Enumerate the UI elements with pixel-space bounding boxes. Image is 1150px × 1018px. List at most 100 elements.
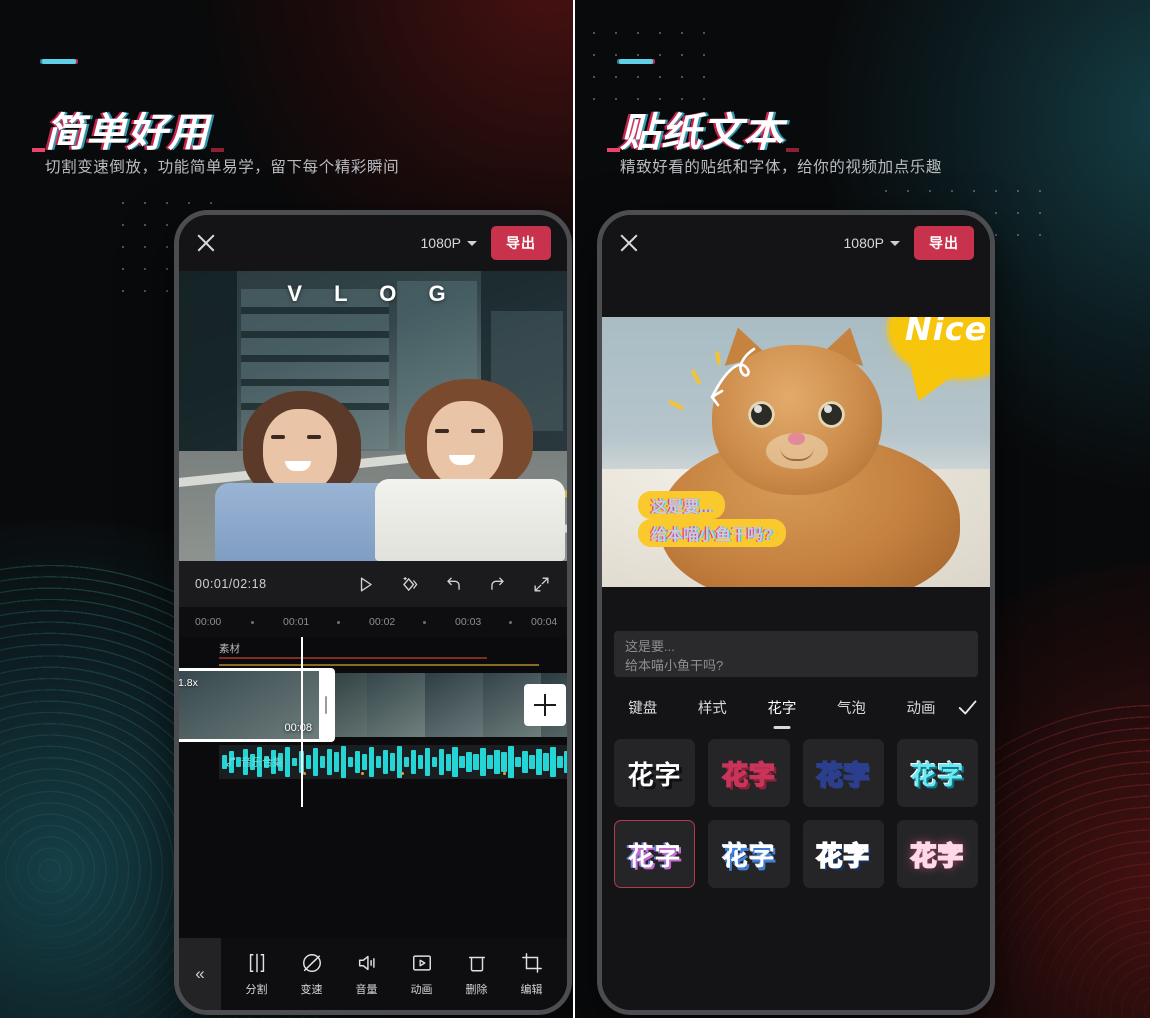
ruler-dot (251, 621, 254, 624)
headline-tick-right (786, 148, 799, 152)
preview-spacer-top (602, 271, 990, 317)
track-line-amber (219, 664, 539, 666)
tool-edit[interactable]: 编辑 (521, 952, 543, 997)
beat-marker (303, 772, 306, 775)
topbar-right-left: 1080P 导出 (421, 226, 551, 260)
resolution-selector[interactable]: 1080P (421, 235, 477, 251)
timeline-playhead[interactable] (301, 637, 303, 807)
style-glyph: 花字 (909, 841, 965, 873)
caption-line-2[interactable]: 给本喵小鱼干吗? (638, 519, 786, 547)
accent-dash-right (619, 59, 653, 64)
style-glyph: 花字 (627, 760, 682, 791)
ruler-tick: 00:02 (369, 616, 396, 628)
preview-person-2 (375, 379, 565, 561)
tab-fancy-text[interactable]: 花字 (753, 697, 811, 718)
style-cell-selected[interactable]: 花字 (614, 820, 696, 888)
animation-icon (412, 954, 431, 971)
close-icon[interactable] (618, 232, 640, 254)
style-cell[interactable]: 花字 (896, 820, 978, 888)
style-glyph: 花字 (627, 841, 682, 872)
audio-label-text: 音乐合集 (241, 756, 283, 769)
selected-clip[interactable]: 1.8x 00:08 (179, 668, 335, 742)
ruler-tick: 00:03 (455, 616, 482, 628)
text-input-field[interactable]: 这是要... 给本喵小鱼干吗? (614, 631, 978, 677)
ruler-dot (423, 621, 426, 624)
chevron-down-icon (467, 240, 477, 246)
audio-track-label: 音乐合集 (226, 755, 283, 770)
add-keyframe-icon[interactable] (400, 575, 419, 594)
timeline-area[interactable]: 素材 1.8x 00:08 音乐合集 (179, 637, 567, 938)
style-cell[interactable]: 花字 (708, 739, 790, 807)
panel-right: 贴纸文本 精致好看的贴纸和字体，给你的视频加点乐趣 1080P 导出 Nice … (575, 0, 1150, 1018)
phone-left-screen: 1080P 导出 V L O G 00:01/02:18 00:00 00:01… (179, 215, 567, 1010)
style-cell[interactable]: 花字 (802, 739, 884, 807)
track-label-material: 素材 (219, 643, 240, 655)
tab-animation[interactable]: 动画 (892, 697, 950, 718)
speed-badge: 1.8x (179, 677, 198, 689)
tab-keyboard[interactable]: 键盘 (614, 697, 672, 718)
ruler-tick: 00:00 (195, 616, 222, 628)
fancy-text-style-grid: 花字 花字 花字 花字 花字 花字 花字 花字 (614, 739, 978, 888)
subline-right: 精致好看的贴纸和字体，给你的视频加点乐趣 (620, 159, 943, 176)
headline-right: 贴纸文本 (607, 100, 799, 158)
phone-right-screen: 1080P 导出 Nice 这是要... 给本喵小鱼干吗? 这是要... 给本喵… (602, 215, 990, 1010)
timecode-display: 00:01/02:18 (195, 577, 267, 591)
play-icon[interactable] (356, 575, 375, 594)
sticker-bubble-text: Nice ! (904, 317, 990, 348)
undo-icon[interactable] (444, 575, 463, 594)
preview-person-1 (215, 391, 395, 561)
collapse-left-icon[interactable]: « (179, 938, 221, 1010)
tool-speed[interactable]: 变速 (301, 952, 323, 997)
style-cell[interactable]: 花字 (708, 820, 790, 888)
tool-label: 变速 (300, 983, 323, 996)
style-cell[interactable]: 花字 (614, 739, 696, 807)
export-button[interactable]: 导出 (491, 226, 551, 260)
tab-style[interactable]: 样式 (684, 697, 742, 718)
redo-icon[interactable] (488, 575, 507, 594)
beat-marker (503, 772, 506, 775)
clip-handle-right[interactable] (319, 671, 332, 739)
style-glyph: 花字 (815, 760, 871, 792)
crop-icon (521, 952, 542, 973)
speed-badge-label: 1.8x (179, 677, 198, 689)
style-cell[interactable]: 花字 (802, 820, 884, 888)
toolbar-items: 分割 变速 音量 动画 删除 编辑 (221, 952, 567, 997)
chevron-down-icon (890, 240, 900, 246)
style-glyph: 花字 (910, 760, 965, 791)
video-preview-left[interactable]: V L O G (179, 271, 567, 561)
check-icon[interactable] (956, 695, 978, 719)
text-input-line-2: 给本喵小鱼干吗? (625, 657, 724, 673)
style-cell[interactable]: 花字 (896, 739, 978, 807)
ruler-dot (337, 621, 340, 624)
fullscreen-icon[interactable] (532, 575, 551, 594)
resolution-label: 1080P (843, 235, 884, 251)
preview-scene-city (179, 271, 567, 561)
resolution-selector[interactable]: 1080P (844, 235, 900, 251)
topbar-right-right: 1080P 导出 (844, 226, 974, 260)
transport-tools (356, 575, 551, 594)
close-icon[interactable] (195, 232, 217, 254)
timeline-ruler[interactable]: 00:00 00:01 00:02 00:03 00:04 (179, 607, 567, 637)
tool-label: 分割 (245, 983, 268, 996)
delete-icon (468, 956, 485, 972)
caption-line-1[interactable]: 这是要... (638, 491, 726, 519)
editor-lower-right: 这是要... 给本喵小鱼干吗? 键盘 样式 花字 气泡 动画 花字 花字 花字 … (602, 587, 990, 1010)
curly-arrow-icon (710, 347, 756, 407)
tool-delete[interactable]: 删除 (466, 952, 488, 997)
phone-left: 1080P 导出 V L O G 00:01/02:18 00:00 00:01… (174, 210, 572, 1015)
tab-bubble[interactable]: 气泡 (823, 697, 881, 718)
beat-marker (401, 772, 404, 775)
subline-left: 切割变速倒放，功能简单易学，留下每个精彩瞬间 (45, 159, 400, 176)
editor-topbar-right: 1080P 导出 (602, 215, 990, 271)
tool-animation[interactable]: 动画 (411, 952, 433, 997)
ruler-tick: 00:01 (283, 616, 310, 628)
text-input-line-1: 这是要... (625, 639, 675, 654)
audio-track[interactable]: 音乐合集 (219, 745, 567, 779)
tool-volume[interactable]: 音量 (356, 952, 378, 997)
headline-left: 简单好用 (32, 100, 224, 158)
style-tabs: 键盘 样式 花字 气泡 动画 (614, 695, 978, 719)
export-button[interactable]: 导出 (914, 226, 974, 260)
video-preview-right[interactable]: Nice ! 这是要... 给本喵小鱼干吗? (602, 317, 990, 587)
add-clip-icon[interactable] (524, 684, 566, 726)
tool-split[interactable]: 分割 (246, 952, 268, 997)
